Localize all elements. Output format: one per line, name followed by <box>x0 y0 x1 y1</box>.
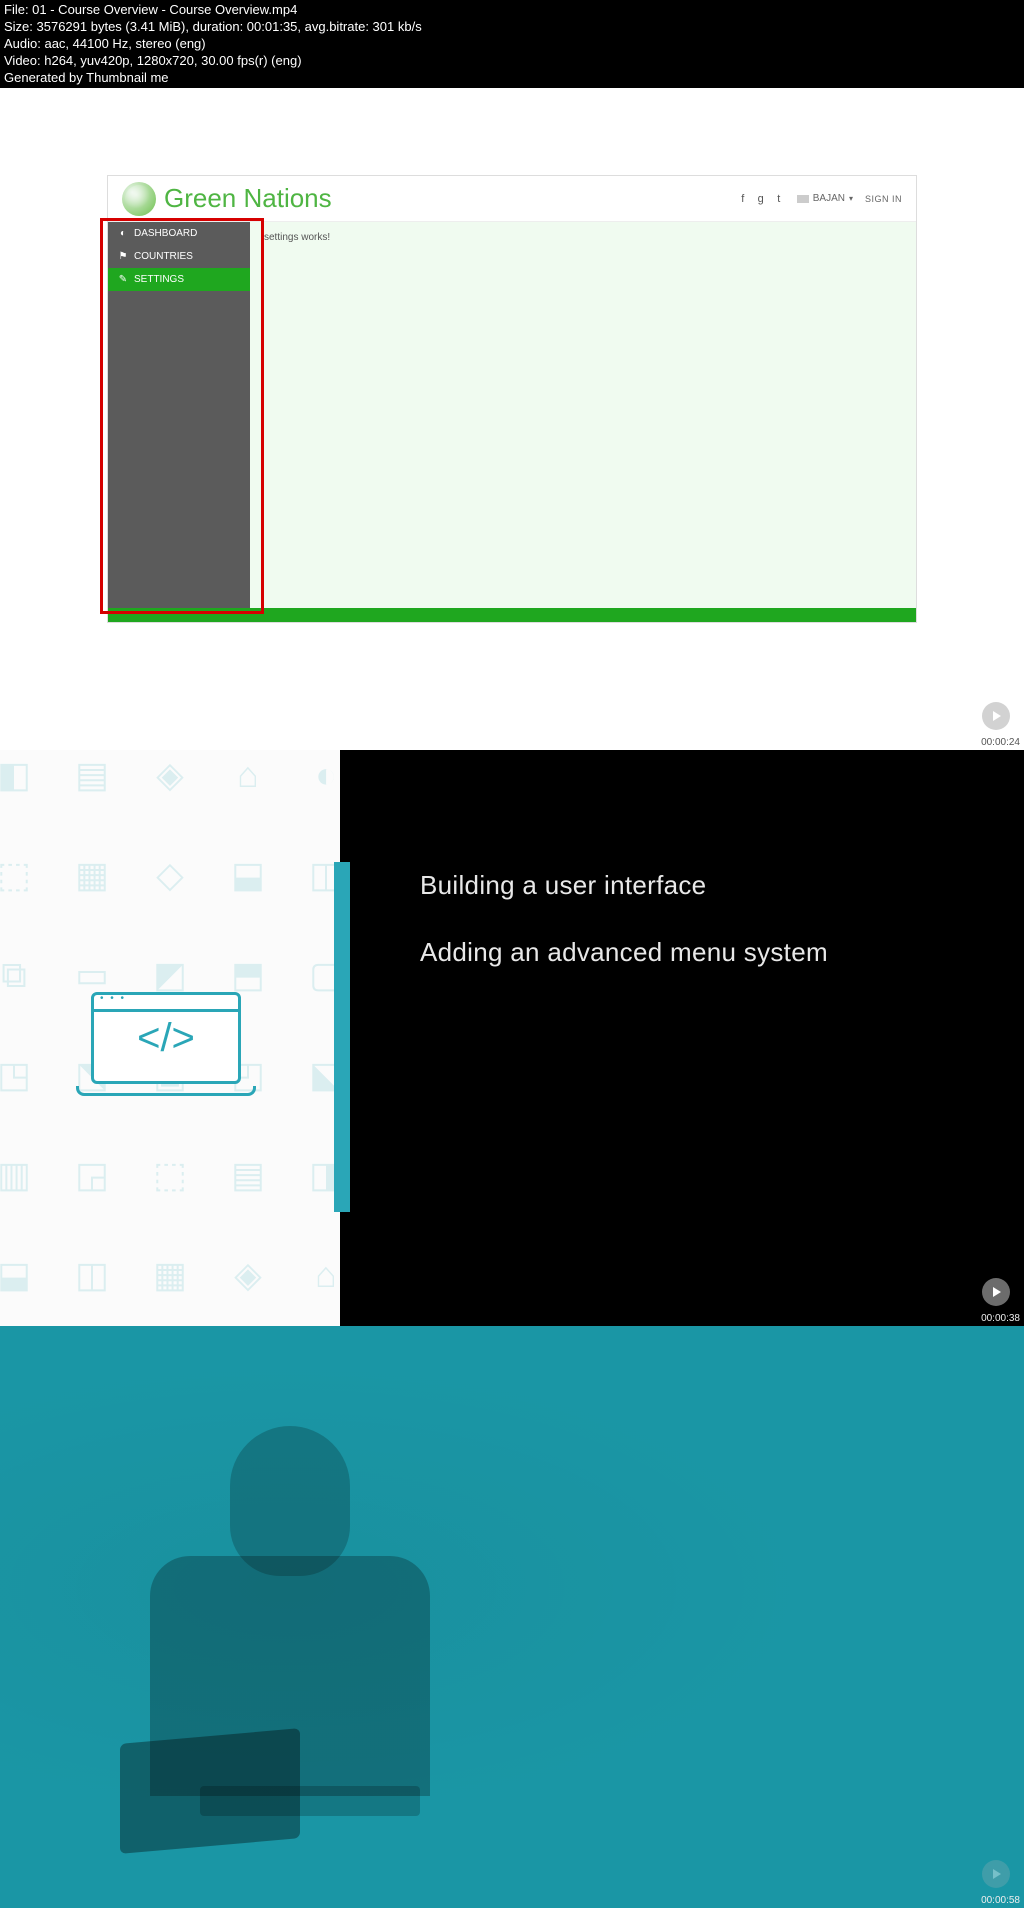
meta-generated: Generated by Thumbnail me <box>4 70 1020 87</box>
pattern-panel: ◧▤◈⌂◐ ⬚▦◇⬓◫ ⧉▭◩⬒▢ ◳⬔▣◰⬕ ▥◲⬚▤◨ ⬓◫▦◈⌂ </> <box>0 750 340 1326</box>
notebook-silhouette <box>200 1786 420 1816</box>
meta-file: File: 01 - Course Overview - Course Over… <box>4 2 1020 19</box>
sidebar-item-label: DASHBOARD <box>134 228 197 239</box>
accent-bar <box>334 862 350 1212</box>
app-header: Green Nations f g t BAJAN ▾ SIGN IN <box>108 176 916 222</box>
sidebar-item-settings[interactable]: ✎ SETTINGS <box>108 268 250 291</box>
flag-icon <box>797 195 809 203</box>
facebook-icon[interactable]: f <box>737 193 749 205</box>
sidebar-item-label: COUNTRIES <box>134 251 193 262</box>
signin-link[interactable]: SIGN IN <box>865 194 902 204</box>
footer-bar <box>108 608 916 622</box>
social-icons: f g t <box>737 193 785 205</box>
meta-size: Size: 3576291 bytes (3.41 MiB), duration… <box>4 19 1020 36</box>
thumbnail-1: Green Nations f g t BAJAN ▾ SIGN IN <box>0 88 1024 750</box>
sidebar-item-dashboard[interactable]: ◐ DASHBOARD <box>108 222 250 245</box>
timestamp-2: 00:00:38 <box>981 1313 1020 1324</box>
app-body: ◐ DASHBOARD ⚑ COUNTRIES ✎ SETTINGS setti… <box>108 222 916 622</box>
app-logo-area: Green Nations <box>122 182 332 216</box>
timestamp-3: 00:00:58 <box>981 1895 1020 1906</box>
slide-line-1: Building a user interface <box>420 870 984 901</box>
timestamp-1: 00:00:24 <box>981 737 1020 748</box>
gauge-icon: ◐ <box>118 228 128 239</box>
google-plus-icon[interactable]: g <box>755 193 767 205</box>
twitter-icon[interactable]: t <box>773 193 785 205</box>
play-icon[interactable] <box>982 1860 1010 1888</box>
content-text: settings works! <box>264 232 330 243</box>
user-name: BAJAN <box>813 193 845 204</box>
code-brackets-icon: </> <box>94 995 238 1081</box>
sidebar: ◐ DASHBOARD ⚑ COUNTRIES ✎ SETTINGS <box>108 222 250 622</box>
laptop-code-icon: </> <box>76 992 256 1112</box>
chevron-down-icon: ▾ <box>849 194 853 203</box>
app-title: Green Nations <box>164 183 332 214</box>
thumbnail-3: 00:00:58 <box>0 1326 1024 1908</box>
thumbnail-2: ◧▤◈⌂◐ ⬚▦◇⬓◫ ⧉▭◩⬒▢ ◳⬔▣◰⬕ ▥◲⬚▤◨ ⬓◫▦◈⌂ </> … <box>0 750 1024 1326</box>
header-right: f g t BAJAN ▾ SIGN IN <box>737 193 902 205</box>
meta-video: Video: h264, yuv420p, 1280x720, 30.00 fp… <box>4 53 1020 70</box>
wrench-icon: ✎ <box>118 274 128 285</box>
video-metadata-header: File: 01 - Course Overview - Course Over… <box>0 0 1024 88</box>
play-icon[interactable] <box>982 702 1010 730</box>
sidebar-item-label: SETTINGS <box>134 274 184 285</box>
user-dropdown[interactable]: BAJAN ▾ <box>793 193 857 204</box>
globe-icon <box>122 182 156 216</box>
content-area: settings works! <box>250 222 916 622</box>
flag-icon: ⚑ <box>118 251 128 262</box>
person-silhouette <box>80 1426 500 1886</box>
slide-panel: Building a user interface Adding an adva… <box>340 750 1024 1326</box>
meta-audio: Audio: aac, 44100 Hz, stereo (eng) <box>4 36 1020 53</box>
app-window: Green Nations f g t BAJAN ▾ SIGN IN <box>107 175 917 623</box>
slide-line-2: Adding an advanced menu system <box>420 937 984 968</box>
sidebar-item-countries[interactable]: ⚑ COUNTRIES <box>108 245 250 268</box>
